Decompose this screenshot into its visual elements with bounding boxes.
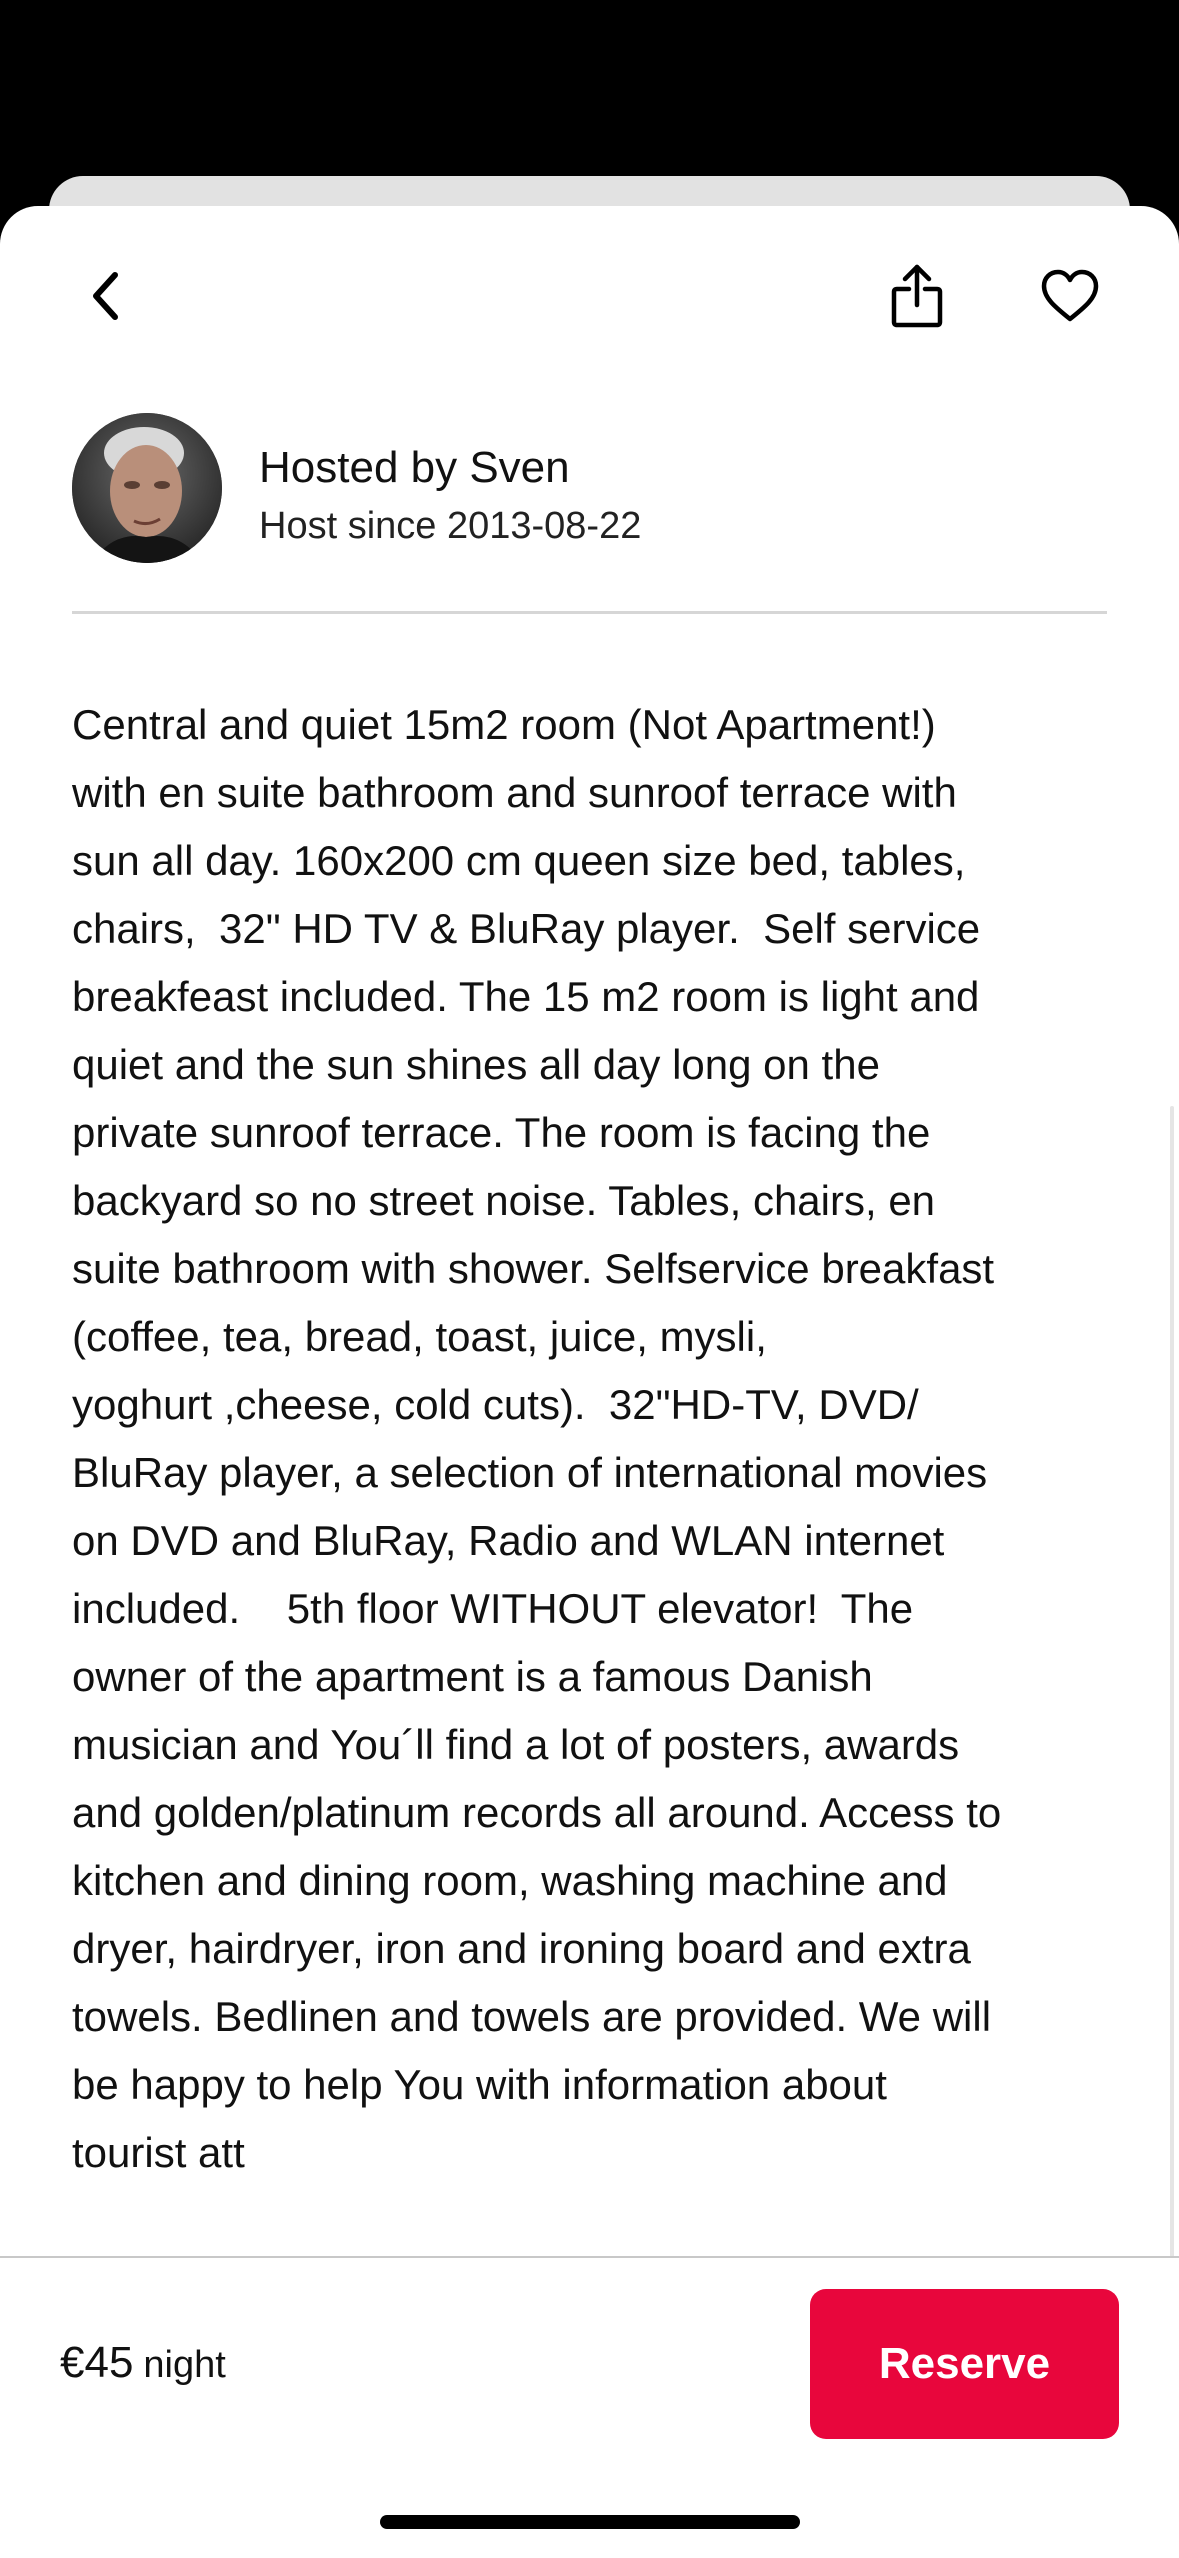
host-photo — [72, 413, 222, 563]
reserve-button[interactable]: Reserve — [810, 2289, 1119, 2439]
host-section: Hosted by Sven Host since 2013-08-22 — [72, 413, 1107, 563]
listing-sheet: Hosted by Sven Host since 2013-08-22 Cen… — [0, 206, 1179, 2556]
section-divider — [72, 611, 1107, 614]
heart-icon — [1041, 269, 1099, 322]
share-icon — [891, 264, 943, 328]
price-unit: night — [143, 2344, 226, 2386]
scrollbar[interactable] — [1170, 1106, 1174, 2426]
price-amount: €45 — [60, 2338, 134, 2387]
host-avatar[interactable] — [72, 413, 222, 563]
share-button[interactable] — [877, 256, 957, 336]
listing-description: Central and quiet 15m2 room (Not Apartme… — [72, 701, 1002, 2176]
favorite-button[interactable] — [1030, 256, 1110, 336]
booking-footer: €45 night Reserve — [0, 2256, 1179, 2558]
back-button[interactable] — [66, 256, 146, 336]
chevron-left-icon — [93, 272, 118, 320]
host-since-date: Host since 2013-08-22 — [259, 505, 642, 547]
top-nav — [0, 206, 1179, 376]
home-indicator[interactable] — [380, 2515, 800, 2529]
host-name: Hosted by Sven — [259, 443, 570, 492]
price-display: €45 night — [60, 2338, 226, 2388]
